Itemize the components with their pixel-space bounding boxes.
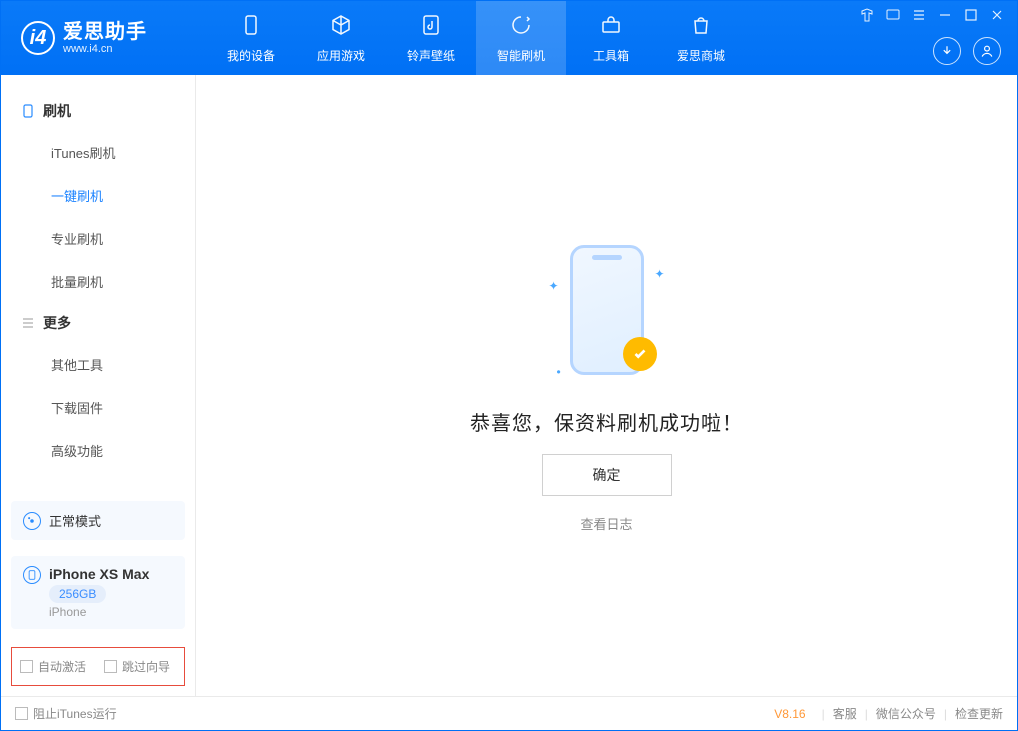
device-capacity: 256GB xyxy=(49,585,106,603)
section-flash-header[interactable]: 刷机 xyxy=(1,91,195,131)
sidebar-item-download-firmware[interactable]: 下载固件 xyxy=(51,386,195,429)
device-type: iPhone xyxy=(49,605,149,619)
sidebar-item-batch-flash[interactable]: 批量刷机 xyxy=(51,260,195,303)
body: 刷机 iTunes刷机 一键刷机 专业刷机 批量刷机 更多 其他工具 下载固件 … xyxy=(1,75,1017,696)
nav-my-device[interactable]: 我的设备 xyxy=(206,1,296,75)
user-button[interactable] xyxy=(973,37,1001,65)
mode-icon xyxy=(23,512,41,530)
sidebar-item-advanced[interactable]: 高级功能 xyxy=(51,429,195,472)
app-title: 爱思助手 xyxy=(63,21,147,43)
list-icon xyxy=(21,316,35,330)
header-actions xyxy=(933,37,1001,65)
footer-link-update[interactable]: 检查更新 xyxy=(955,705,1003,722)
footer-link-support[interactable]: 客服 xyxy=(833,705,857,722)
logo-icon: i4 xyxy=(21,21,55,55)
phone-icon xyxy=(239,13,263,43)
sidebar-item-itunes-flash[interactable]: iTunes刷机 xyxy=(51,131,195,174)
view-log-link[interactable]: 查看日志 xyxy=(580,514,632,533)
success-illustration: ✦ ✦ • xyxy=(547,239,667,389)
success-message: 恭喜您，保资料刷机成功啦！ xyxy=(470,407,743,436)
top-nav: 我的设备 应用游戏 铃声壁纸 智能刷机 工具箱 爱思商城 xyxy=(206,1,746,75)
cube-icon xyxy=(329,13,353,43)
mode-panel[interactable]: 正常模式 xyxy=(11,501,185,540)
refresh-shield-icon xyxy=(509,13,533,43)
block-itunes-checkbox[interactable]: 阻止iTunes运行 xyxy=(15,705,117,722)
app-window: i4 爱思助手 www.i4.cn 我的设备 应用游戏 铃声壁纸 智能刷机 xyxy=(0,0,1018,731)
sidebar: 刷机 iTunes刷机 一键刷机 专业刷机 批量刷机 更多 其他工具 下载固件 … xyxy=(1,75,196,696)
checkbox-icon xyxy=(104,660,117,673)
logo-area: i4 爱思助手 www.i4.cn xyxy=(1,21,206,55)
version-label: V8.16 xyxy=(774,707,805,721)
highlighted-checkbox-row: 自动激活 跳过向导 xyxy=(11,647,185,686)
header: i4 爱思助手 www.i4.cn 我的设备 应用游戏 铃声壁纸 智能刷机 xyxy=(1,1,1017,75)
sidebar-item-pro-flash[interactable]: 专业刷机 xyxy=(51,217,195,260)
checkbox-icon xyxy=(15,707,28,720)
footer-link-wechat[interactable]: 微信公众号 xyxy=(876,705,936,722)
close-button[interactable] xyxy=(989,7,1005,23)
window-controls xyxy=(859,7,1005,23)
section-more-header[interactable]: 更多 xyxy=(1,303,195,343)
minimize-button[interactable] xyxy=(937,7,953,23)
music-file-icon xyxy=(419,13,443,43)
footer: 阻止iTunes运行 V8.16 | 客服 | 微信公众号 | 检查更新 xyxy=(1,696,1017,730)
auto-activate-checkbox[interactable]: 自动激活 xyxy=(20,658,86,675)
bag-icon xyxy=(689,13,713,43)
download-button[interactable] xyxy=(933,37,961,65)
success-check-icon xyxy=(623,337,657,371)
app-subtitle: www.i4.cn xyxy=(63,43,147,55)
nav-store[interactable]: 爱思商城 xyxy=(656,1,746,75)
sparkle-icon: ✦ xyxy=(549,279,559,293)
skin-icon[interactable] xyxy=(859,7,875,23)
device-icon xyxy=(23,566,41,584)
nav-toolbox[interactable]: 工具箱 xyxy=(566,1,656,75)
sparkle-icon: ✦ xyxy=(654,267,664,281)
toolbox-icon xyxy=(599,13,623,43)
skip-guide-checkbox[interactable]: 跳过向导 xyxy=(104,658,170,675)
sparkle-icon: • xyxy=(557,365,561,379)
device-name: iPhone XS Max xyxy=(49,566,149,582)
phone-small-icon xyxy=(21,104,35,118)
confirm-button[interactable]: 确定 xyxy=(542,454,672,496)
menu-icon[interactable] xyxy=(911,7,927,23)
device-panel[interactable]: iPhone XS Max 256GB iPhone xyxy=(11,556,185,629)
nav-smart-flash[interactable]: 智能刷机 xyxy=(476,1,566,75)
sidebar-item-other-tools[interactable]: 其他工具 xyxy=(51,343,195,386)
main-content: ✦ ✦ • 恭喜您，保资料刷机成功啦！ 确定 查看日志 xyxy=(196,75,1017,696)
nav-ringtones[interactable]: 铃声壁纸 xyxy=(386,1,476,75)
checkbox-icon xyxy=(20,660,33,673)
maximize-button[interactable] xyxy=(963,7,979,23)
feedback-icon[interactable] xyxy=(885,7,901,23)
sidebar-item-oneclick-flash[interactable]: 一键刷机 xyxy=(51,174,195,217)
nav-apps-games[interactable]: 应用游戏 xyxy=(296,1,386,75)
